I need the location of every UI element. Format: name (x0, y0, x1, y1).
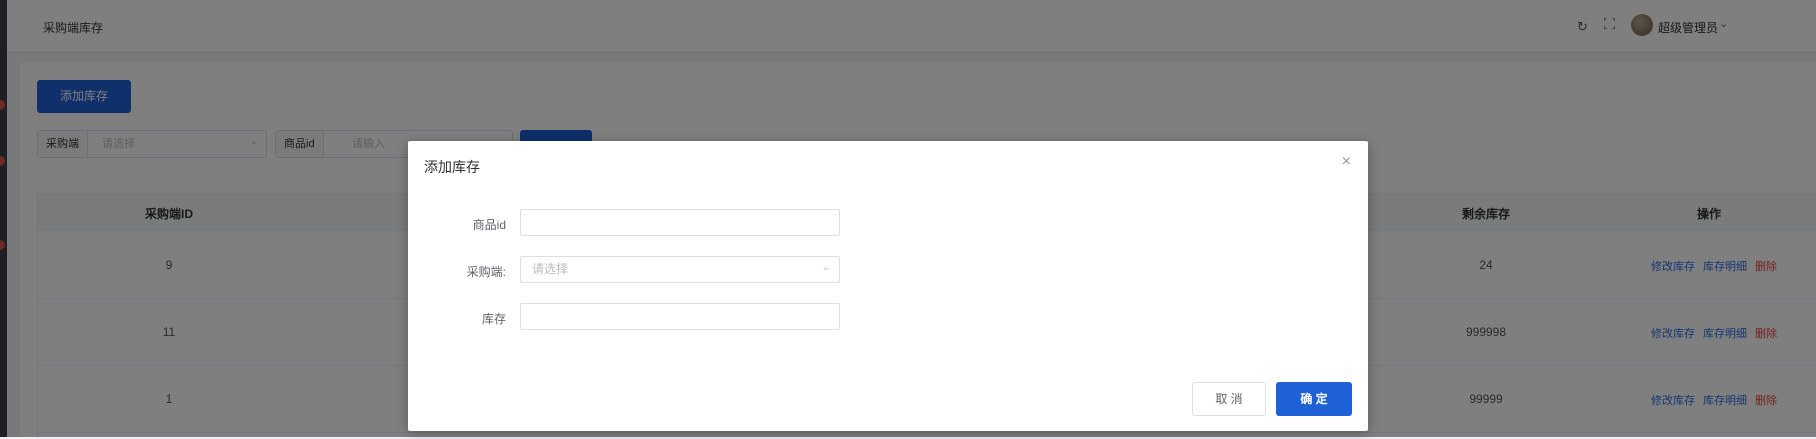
vendor-label: 采购端: (466, 265, 506, 279)
vendor-select-placeholder: 请选择 (532, 262, 569, 276)
confirm-button[interactable]: 确 定 (1276, 382, 1352, 416)
product-id-input[interactable] (520, 209, 840, 236)
dialog-title: 添加库存 (424, 159, 480, 175)
vendor-select[interactable]: 请选择 ⌄ (520, 256, 840, 283)
stock-label: 库存 (481, 312, 506, 326)
add-stock-dialog: 添加库存 × 商品id 采购端: 请选择 ⌄ 库存 取 消 确 定 (408, 141, 1368, 431)
chevron-down-icon: ⌄ (821, 262, 830, 273)
product-id-label: 商品id (472, 218, 506, 232)
close-icon[interactable]: × (1342, 153, 1351, 171)
stock-input[interactable] (520, 303, 840, 330)
cancel-button[interactable]: 取 消 (1192, 382, 1266, 416)
